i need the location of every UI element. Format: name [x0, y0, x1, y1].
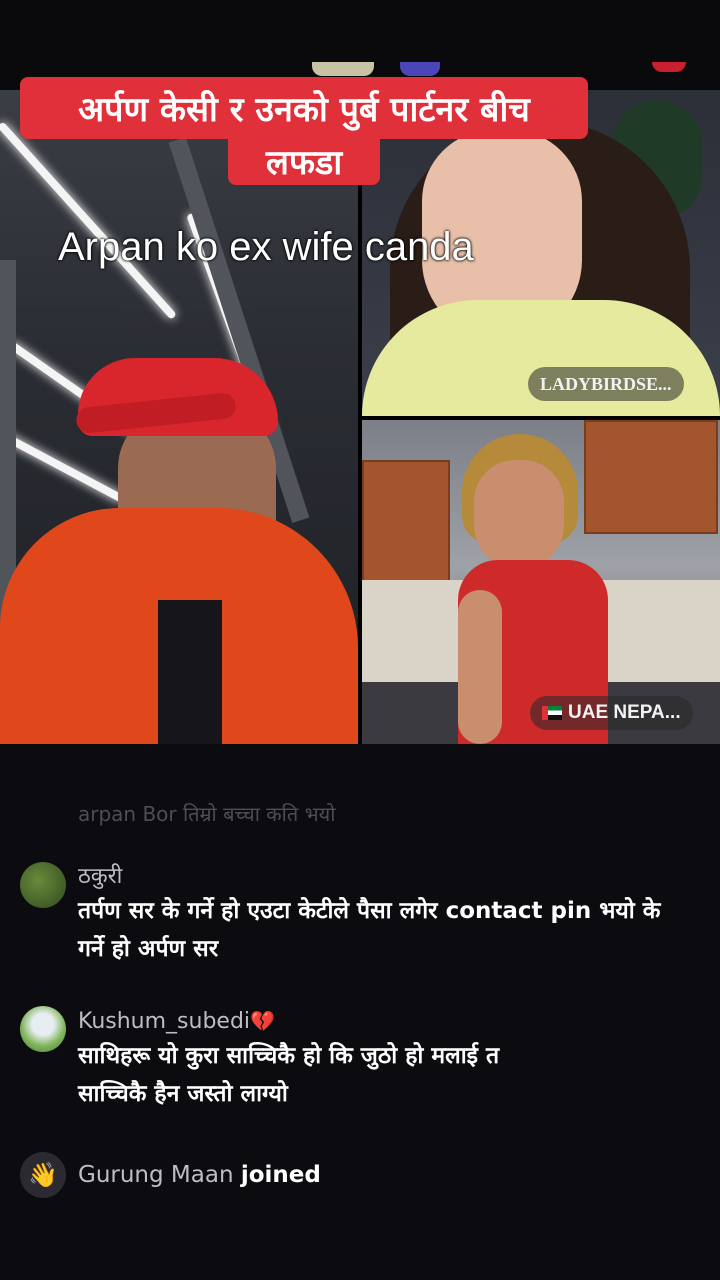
- video-tile-host[interactable]: [0, 90, 358, 744]
- live-video-grid: [0, 90, 720, 744]
- kitchen-cabinet: [362, 460, 450, 594]
- participant-name: UAE NEPA...: [568, 702, 681, 723]
- comment-text-line: गर्ने हो अर्पण सर: [78, 936, 219, 962]
- broken-heart-icon: 💔: [250, 1009, 275, 1033]
- comment-text-line: साच्चिकै हैन जस्तो लाग्याे: [78, 1081, 288, 1107]
- participant-name-tag[interactable]: LADYBIRDSE...: [528, 367, 684, 401]
- uae-flag-icon: [542, 706, 562, 720]
- comment-username[interactable]: ठकुरी: [78, 862, 698, 892]
- headline-line-2: लफडा: [265, 143, 343, 183]
- joined-label: joined: [240, 1162, 321, 1188]
- guest-2-arm: [458, 590, 502, 744]
- top-avatar[interactable]: [312, 62, 374, 76]
- faded-comment: arpan Bor तिम्रो बच्चा कति भयो: [78, 802, 336, 826]
- headline-line-1: अर्पण केसी र उनको पुर्ब पार्टनर बीच: [78, 90, 530, 130]
- waving-hand-icon: 👋: [20, 1152, 66, 1198]
- joined-text: Gurung Maan joined: [78, 1158, 321, 1192]
- headline-banner-continued: लफडा: [228, 137, 380, 185]
- joined-username[interactable]: Gurung Maan: [78, 1162, 234, 1188]
- avatar[interactable]: [20, 1006, 66, 1052]
- comment-username[interactable]: Kushum_subedi💔: [78, 1006, 698, 1037]
- top-avatar-secondary[interactable]: [400, 62, 440, 76]
- live-indicator: [652, 62, 686, 72]
- kitchen-cabinet: [584, 420, 718, 534]
- guest-2-face: [474, 460, 564, 570]
- comment-text-line: तर्पण सर के गर्ने हो एउटा केटीले पैसा लग…: [78, 898, 661, 924]
- ceiling-light: [0, 121, 177, 320]
- participant-name: LADYBIRDSE...: [540, 373, 672, 394]
- comment-text: तर्पण सर के गर्ने हो एउटा केटीले पैसा लग…: [78, 892, 698, 968]
- comment-text-line: साथिहरू याे कुरा साच्चिकै हाे कि जुठाे ह…: [78, 1043, 500, 1069]
- video-subtitle: Arpan ko ex wife canda: [58, 225, 474, 269]
- headline-banner: अर्पण केसी र उनको पुर्ब पार्टनर बीच: [20, 77, 588, 139]
- avatar[interactable]: [20, 862, 66, 908]
- ceiling-light: [0, 430, 126, 504]
- joined-notification: 👋 Gurung Maan joined: [20, 1152, 700, 1198]
- comment-text: साथिहरू याे कुरा साच्चिकै हाे कि जुठाे ह…: [78, 1037, 698, 1113]
- comment-username-text: Kushum_subedi: [78, 1009, 251, 1034]
- black-shirt: [158, 600, 222, 744]
- participant-name-tag[interactable]: UAE NEPA...: [530, 696, 693, 730]
